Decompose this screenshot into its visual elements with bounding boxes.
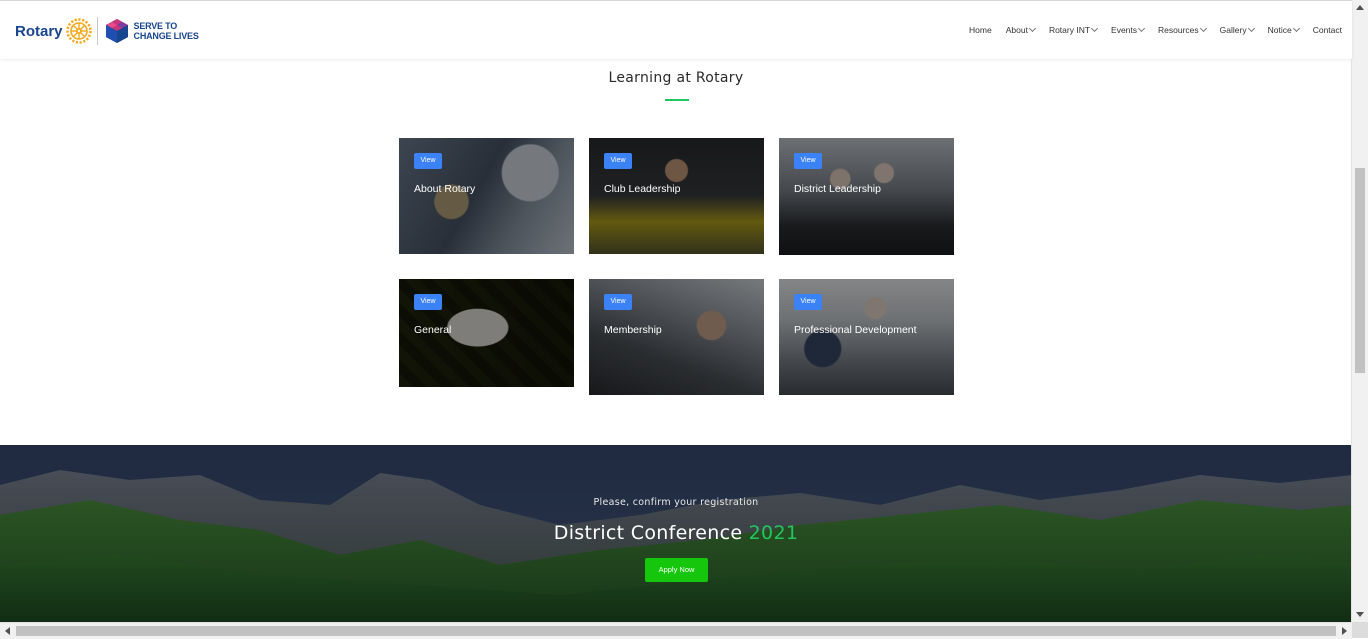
horizontal-scrollbar[interactable] [0,622,1352,639]
chevron-down-icon [1028,24,1036,33]
banner-title: District Conference 2021 [0,522,1352,544]
scrollbar-corner [1352,622,1368,638]
nav-about[interactable]: About [1005,24,1036,35]
chevron-down-icon [1247,24,1255,33]
nav-label: About [1005,25,1028,35]
main-nav: Home About Rotary INT Events Resources G… [955,1,1342,59]
card-title: About Rotary [414,183,476,195]
nav-label: Contact [1312,25,1342,35]
chevron-down-icon [1137,24,1146,33]
view-button[interactable]: View [604,294,632,310]
view-button[interactable]: View [414,294,442,310]
nav-label: Resources [1158,25,1199,35]
view-button[interactable]: View [794,294,822,310]
tagline: SERVE TO CHANGE LIVES [134,21,199,41]
scroll-up-arrow-icon[interactable] [1356,5,1364,10]
scroll-down-arrow-icon[interactable] [1356,612,1364,617]
card-professional-development[interactable]: View Professional Development [779,279,954,395]
card-title: Professional Development [794,324,917,336]
nav-contact[interactable]: Contact [1313,25,1342,35]
view-button[interactable]: View [794,153,822,169]
nav-events[interactable]: Events [1111,24,1146,35]
card-about-rotary[interactable]: View About Rotary [399,138,574,254]
card-district-leadership[interactable]: View District Leadership [779,138,954,255]
nav-rotary-int[interactable]: Rotary INT [1048,24,1099,35]
nav-label: Rotary INT [1048,25,1091,35]
view-button[interactable]: View [604,153,632,169]
nav-home[interactable]: Home [969,25,992,35]
section-title: Learning at Rotary [608,70,744,86]
banner-title-text: District Conference [553,522,743,544]
banner-year: 2021 [748,522,799,544]
nav-label: Home [969,25,992,35]
card-general[interactable]: View General [399,279,574,387]
rotary-logo[interactable]: Rotary SERVE TO CHANGE LIVES [15,16,199,46]
scroll-left-arrow-icon[interactable] [5,627,10,635]
cube-logo-icon [105,19,128,43]
nav-notice[interactable]: Notice [1267,24,1300,35]
horizontal-scroll-thumb[interactable] [16,626,1336,636]
logo-divider [96,17,98,45]
serve-to-change-lives-logo: SERVE TO CHANGE LIVES [103,17,199,45]
tagline-line-1: SERVE TO [133,21,178,31]
tagline-line-2: CHANGE LIVES [133,31,199,41]
chevron-down-icon [1199,24,1207,33]
nav-resources[interactable]: Resources [1158,24,1207,35]
conference-banner: Please, confirm your registration Distri… [0,445,1352,623]
scroll-right-arrow-icon[interactable] [1342,627,1347,635]
nav-label: Events [1111,25,1138,35]
view-button[interactable]: View [414,153,442,169]
card-membership[interactable]: View Membership [589,279,764,395]
banner-subtitle: Please, confirm your registration [593,497,759,508]
apply-now-button[interactable]: Apply Now [645,558,708,582]
card-club-leadership[interactable]: View Club Leadership [589,138,764,254]
card-title: District Leadership [794,183,881,195]
nav-gallery[interactable]: Gallery [1219,24,1255,35]
title-underline [665,99,689,101]
card-title: Club Leadership [604,183,681,195]
vertical-scroll-thumb[interactable] [1355,168,1365,373]
card-title: General [414,324,452,336]
nav-label: Gallery [1219,25,1247,35]
chevron-down-icon [1292,24,1300,33]
vertical-scrollbar[interactable] [1351,0,1368,622]
nav-label: Notice [1267,25,1292,35]
rotary-wheel-icon [65,18,92,44]
logo-wordmark: Rotary [15,22,63,40]
site-header: Rotary SERVE TO CHANGE LIVES Home About … [0,0,1352,59]
chevron-down-icon [1090,24,1099,33]
card-title: Membership [604,324,662,336]
